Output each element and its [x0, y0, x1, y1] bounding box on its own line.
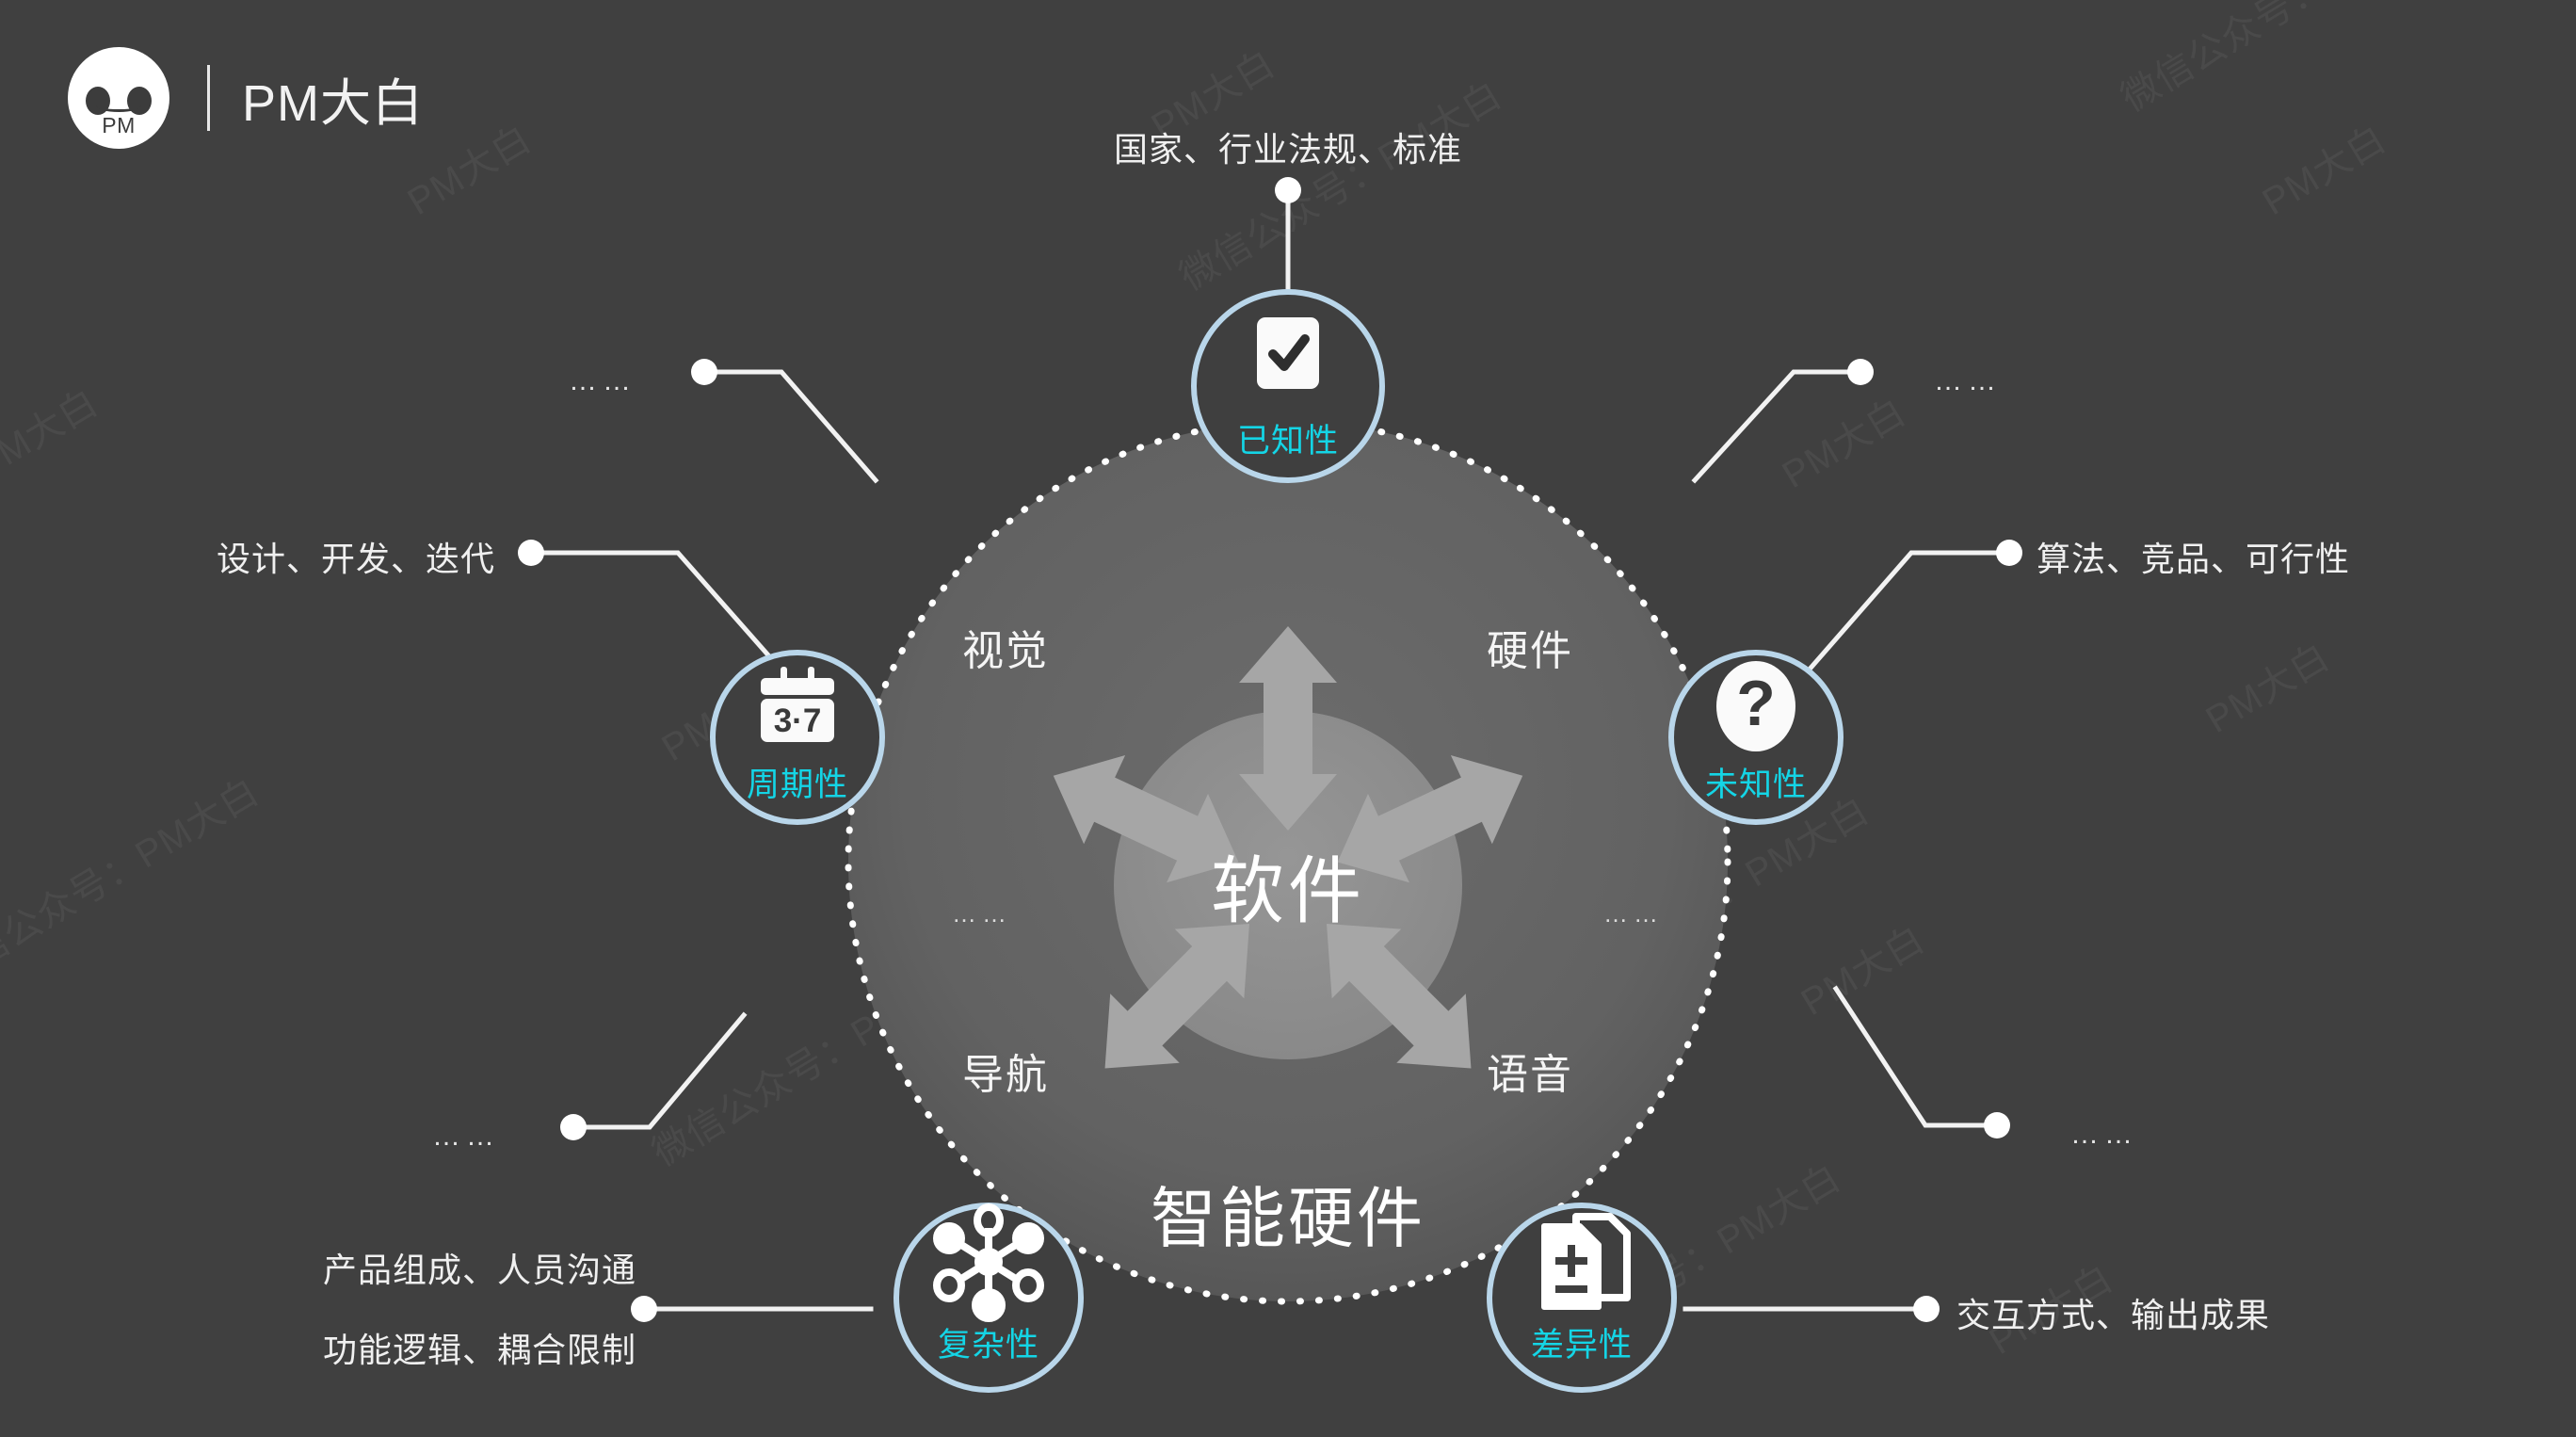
baymax-face-icon: PM: [68, 47, 169, 149]
node-label-complexity[interactable]: 复杂性: [938, 1318, 1039, 1366]
question-mark-circle-icon: ?: [1716, 661, 1795, 751]
calendar-date-label: 3·7: [774, 702, 822, 739]
ellipsis-marker-top-right: ……: [1934, 365, 2002, 396]
leader-text-known: 国家、行业法规、标准: [1113, 130, 1463, 169]
ellipsis-marker-top-left: ……: [569, 365, 636, 396]
leader-line-ellipsis-bottom-left: [572, 1011, 748, 1130]
checkbox-checked-icon: [1257, 317, 1319, 389]
node-label-unknown[interactable]: 未知性: [1705, 758, 1807, 806]
leader-line-ellipsis-top-left: [701, 369, 879, 484]
calendar-icon: 3·7: [761, 667, 834, 742]
leader-dot-unknown: [1996, 540, 2022, 566]
brand-logo-label: PM: [102, 113, 136, 137]
node-label-periodicity[interactable]: 周期性: [747, 758, 848, 806]
brand-divider: [207, 65, 210, 131]
leader-line-unknown: [1790, 550, 2011, 691]
leader-dot-complexity: [631, 1296, 657, 1322]
leader-text-unknown: 算法、竞品、可行性: [2037, 540, 2351, 578]
leader-text-complexity-line2: 功能逻辑、耦合限制: [322, 1331, 636, 1369]
diagram-canvas: PM大白 PM大白 PM大白 PM大白 PM大白 PM大白 PM大白 PM大白 …: [0, 0, 2576, 1437]
leader-line-periodicity: [529, 550, 795, 685]
leader-dot-ellipsis-top-right: [1847, 359, 1874, 385]
leader-line-ellipsis-bottom-right: [1832, 985, 1999, 1128]
capability-label-hardware: 硬件: [1487, 628, 1573, 674]
question-mark-glyph: ?: [1736, 668, 1776, 739]
leader-dot-known: [1275, 177, 1301, 203]
ellipsis-marker-bottom-right: ……: [2070, 1119, 2138, 1150]
brand-title: PM大白: [242, 74, 424, 132]
capability-label-vision: 视觉: [962, 628, 1049, 674]
leader-text-complexity-line1: 产品组成、人员沟通: [322, 1251, 636, 1289]
node-label-known[interactable]: 已知性: [1237, 414, 1339, 462]
domain-label-smart-hardware: 智能硬件: [1151, 1182, 1425, 1255]
leader-dot-ellipsis-bottom-right: [1984, 1112, 2010, 1138]
node-label-difference[interactable]: 差异性: [1531, 1318, 1633, 1366]
leader-dot-ellipsis-bottom-left: [560, 1114, 587, 1140]
inner-ellipsis-right: ……: [1603, 899, 1664, 928]
leader-dot-ellipsis-top-left: [691, 359, 717, 385]
leader-text-difference: 交互方式、输出成果: [1956, 1296, 2271, 1334]
brand-header: PM PM大白: [68, 47, 424, 149]
leader-line-ellipsis-top-right: [1691, 369, 1862, 484]
capability-label-voice: 语音: [1487, 1052, 1573, 1098]
core-label-software: 软件: [1210, 849, 1366, 932]
leader-text-periodicity: 设计、开发、迭代: [216, 540, 495, 578]
capability-label-navigation: 导航: [962, 1052, 1049, 1098]
baymax-mouth-icon: [96, 99, 141, 112]
inner-ellipsis-left: ……: [952, 899, 1012, 928]
leader-dot-difference: [1913, 1296, 1940, 1322]
ellipsis-marker-bottom-left: ……: [432, 1121, 500, 1152]
leader-dot-periodicity: [518, 540, 544, 566]
